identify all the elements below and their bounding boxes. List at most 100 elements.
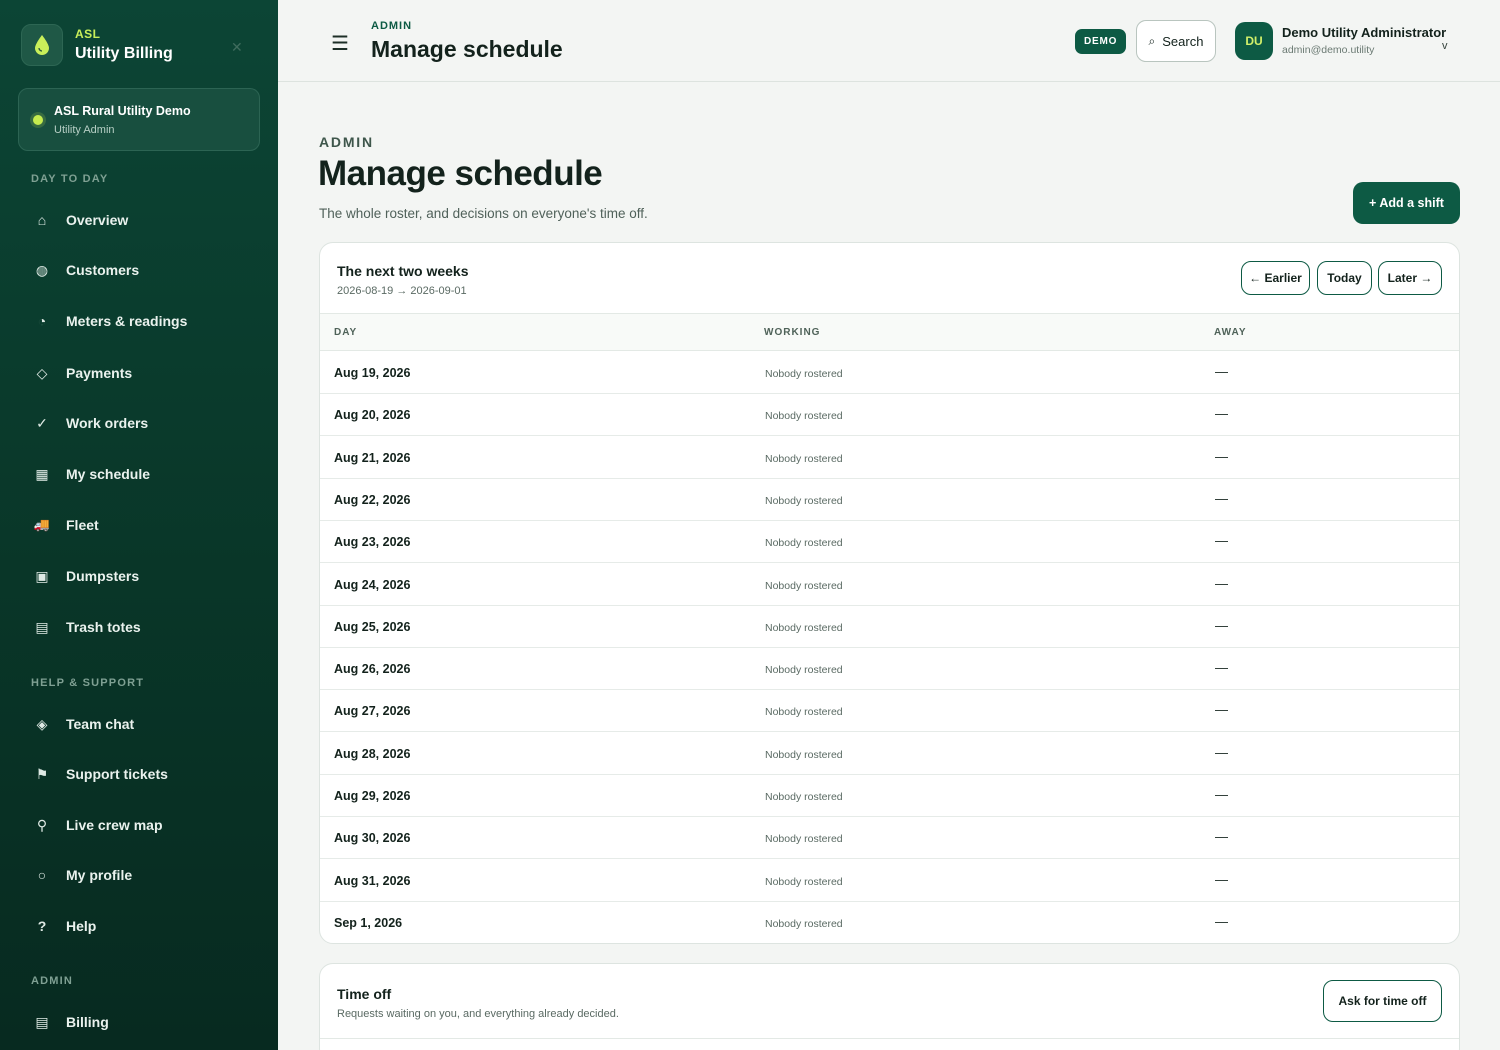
sidebar-item-customers[interactable]: ◍ Customers	[30, 258, 139, 282]
working-cell: Nobody rostered	[765, 410, 843, 423]
sidebar-item-label: Trash totes	[66, 619, 141, 635]
column-header-day: DAY	[334, 327, 358, 338]
day-cell: Aug 28, 2026	[334, 746, 411, 761]
meter-icon: ◔	[37, 313, 47, 329]
nav-section-help: HELP & SUPPORT	[31, 677, 145, 689]
day-cell: Sep 1, 2026	[334, 915, 403, 930]
sidebar-item-label: Dumpsters	[66, 568, 140, 584]
away-cell: —	[1215, 406, 1228, 422]
sidebar-item-label: Payments	[66, 365, 133, 381]
sidebar-item-team-chat[interactable]: ◈ Team chat	[30, 712, 135, 736]
sidebar-item-billing[interactable]: ▤ Billing	[30, 1010, 109, 1034]
sidebar-item-label: Work orders	[66, 415, 149, 431]
sidebar-item-label: Support tickets	[66, 766, 168, 782]
sidebar: ASL Utility Billing ✕ ASL Rural Utility …	[0, 0, 278, 1050]
truck-icon: 🚚	[33, 517, 51, 532]
sidebar-item-my-schedule[interactable]: ▦ My schedule	[30, 462, 150, 486]
day-cell: Aug 29, 2026	[334, 789, 411, 803]
day-cell: Aug 26, 2026	[334, 662, 411, 677]
payments-icon: ◇	[36, 364, 48, 381]
roster-title: The next two weeks	[337, 263, 469, 279]
calendar-icon: ▦	[35, 465, 49, 482]
brand-name: Utility Billing	[75, 45, 173, 62]
divider	[320, 1038, 1459, 1039]
table-row[interactable]: Aug 23, 2026 Nobody rostered —	[320, 521, 1459, 564]
table-row[interactable]: Aug 27, 2026 Nobody rostered —	[320, 690, 1459, 733]
avatar[interactable]: DU	[1235, 22, 1273, 60]
menu-icon[interactable]: ☰	[331, 31, 349, 56]
sidebar-item-meters[interactable]: ◔ Meters & readings	[30, 309, 188, 333]
away-cell: —	[1215, 490, 1228, 506]
table-row[interactable]: Aug 28, 2026 Nobody rostered —	[320, 733, 1459, 775]
working-cell: Nobody rostered	[765, 917, 843, 930]
table-row[interactable]: Aug 19, 2026 Nobody rostered —	[320, 352, 1459, 394]
away-cell: —	[1215, 702, 1228, 718]
column-header-away: AWAY	[1214, 327, 1247, 338]
sidebar-item-label: Billing	[66, 1014, 109, 1030]
table-row[interactable]: Aug 22, 2026 Nobody rostered —	[320, 479, 1459, 521]
timeoff-title: Time off	[337, 986, 392, 1002]
table-header: DAY WORKING AWAY	[320, 313, 1459, 351]
away-cell: —	[1215, 533, 1228, 549]
sidebar-item-trash-totes[interactable]: ▤ Trash totes	[30, 615, 141, 639]
column-header-working: WORKING	[764, 327, 821, 338]
away-cell: —	[1215, 364, 1228, 379]
roster-range: 2026-08-19 → 2026-09-01	[337, 285, 467, 297]
working-cell: Nobody rostered	[765, 368, 843, 380]
sidebar-item-work-orders[interactable]: ✓ Work orders	[30, 411, 148, 435]
org-role: Utility Admin	[54, 124, 115, 136]
profile-icon: ○	[37, 867, 47, 883]
search-icon: ⌕	[1148, 33, 1156, 48]
working-cell: Nobody rostered	[765, 875, 843, 888]
sidebar-item-my-profile[interactable]: ○ My profile	[30, 863, 132, 887]
table-row[interactable]: Aug 21, 2026 Nobody rostered —	[320, 437, 1459, 479]
sidebar-item-label: Fleet	[66, 517, 99, 533]
earlier-button[interactable]: ← Earlier	[1241, 261, 1310, 295]
table-row[interactable]: Aug 29, 2026 Nobody rostered —	[320, 775, 1459, 817]
brand[interactable]: ASL Utility Billing	[21, 24, 173, 66]
day-cell: Aug 30, 2026	[334, 831, 411, 846]
table-row[interactable]: Aug 24, 2026 Nobody rostered —	[320, 564, 1459, 606]
table-row[interactable]: Aug 20, 2026 Nobody rostered —	[320, 394, 1459, 437]
sidebar-item-support-tickets[interactable]: ⚑ Support tickets	[30, 762, 168, 786]
away-cell: —	[1215, 744, 1228, 760]
page-title: Manage schedule	[318, 154, 603, 193]
sidebar-item-fleet[interactable]: 🚚 Fleet	[30, 513, 99, 537]
working-cell: Nobody rostered	[765, 579, 843, 592]
away-cell: —	[1215, 448, 1228, 464]
later-button[interactable]: Later →	[1378, 261, 1442, 295]
day-cell: Aug 24, 2026	[334, 577, 411, 592]
home-icon: ⌂	[37, 212, 47, 228]
sidebar-item-live-crew-map[interactable]: ⚲ Live crew map	[30, 813, 163, 837]
brand-small: ASL	[75, 27, 101, 41]
page-subtitle: The whole roster, and decisions on every…	[319, 206, 648, 221]
today-button[interactable]: Today	[1317, 261, 1372, 295]
header-eyebrow: ADMIN	[371, 20, 413, 32]
chevron-down-icon[interactable]: v	[1442, 40, 1448, 52]
away-cell: —	[1215, 829, 1228, 845]
add-shift-button[interactable]: + Add a shift	[1353, 182, 1460, 224]
table-row[interactable]: Aug 26, 2026 Nobody rostered —	[320, 648, 1459, 691]
table-row[interactable]: Aug 30, 2026 Nobody rostered —	[320, 817, 1459, 860]
close-sidebar-icon[interactable]: ✕	[231, 39, 243, 56]
working-cell: Nobody rostered	[765, 833, 843, 846]
working-cell: Nobody rostered	[765, 537, 843, 550]
org-switcher[interactable]: ASL Rural Utility Demo Utility Admin	[18, 88, 260, 151]
working-cell: Nobody rostered	[765, 621, 843, 634]
table-row[interactable]: Aug 25, 2026 Nobody rostered —	[320, 606, 1459, 648]
sidebar-item-label: Live crew map	[66, 817, 163, 833]
table-row[interactable]: Sep 1, 2026 Nobody rostered —	[320, 902, 1459, 943]
table-row[interactable]: Aug 31, 2026 Nobody rostered —	[320, 860, 1459, 902]
user-name[interactable]: Demo Utility Administrator	[1282, 25, 1446, 40]
working-cell: Nobody rostered	[765, 452, 843, 465]
flag-icon: ⚑	[35, 765, 49, 782]
sidebar-item-overview[interactable]: ⌂ Overview	[30, 208, 129, 232]
sidebar-item-payments[interactable]: ◇ Payments	[30, 361, 133, 385]
day-cell: Aug 23, 2026	[334, 535, 411, 550]
ask-time-off-button[interactable]: Ask for time off	[1323, 980, 1442, 1022]
away-cell: —	[1215, 871, 1228, 887]
search-button[interactable]: ⌕ Search	[1136, 20, 1216, 62]
demo-badge: DEMO	[1075, 29, 1127, 54]
sidebar-item-help[interactable]: ? Help	[30, 914, 97, 938]
sidebar-item-dumpsters[interactable]: ▣ Dumpsters	[30, 564, 139, 588]
